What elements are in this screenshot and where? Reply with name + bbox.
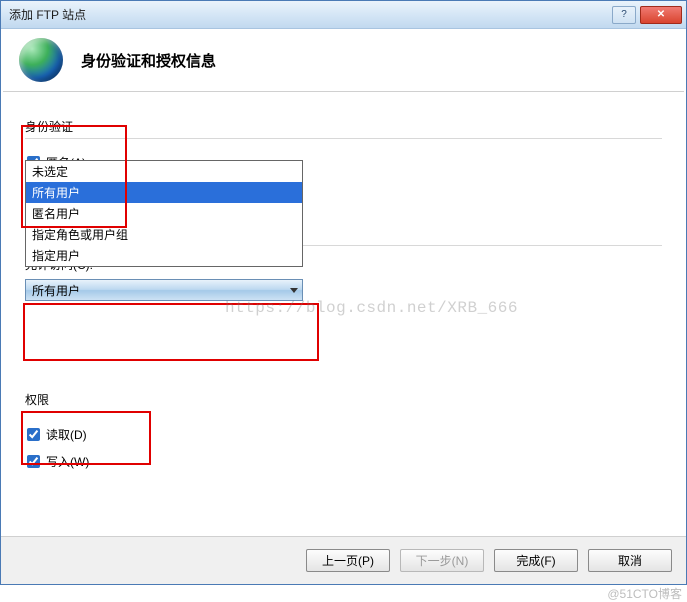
finish-button[interactable]: 完成(F) xyxy=(494,549,578,572)
dropdown-item-users[interactable]: 指定用户 xyxy=(26,245,302,266)
write-label: 写入(W) xyxy=(46,453,89,470)
read-checkbox-row[interactable]: 读取(D) xyxy=(25,421,662,448)
page-title: 身份验证和授权信息 xyxy=(81,50,216,71)
permissions-legend: 权限 xyxy=(25,391,662,411)
window-title: 添加 FTP 站点 xyxy=(9,6,612,23)
titlebar-buttons: ? ✕ xyxy=(612,6,682,24)
dropdown-item-anon-users[interactable]: 匿名用户 xyxy=(26,203,302,224)
write-checkbox-row[interactable]: 写入(W) xyxy=(25,448,662,475)
globe-icon xyxy=(19,38,63,82)
cancel-button[interactable]: 取消 xyxy=(588,549,672,572)
authentication-legend: 身份验证 xyxy=(25,118,662,139)
chevron-down-icon xyxy=(290,288,298,293)
read-label: 读取(D) xyxy=(46,426,87,443)
dialog-window: 添加 FTP 站点 ? ✕ 身份验证和授权信息 身份验证 匿名(A) 基本(B)… xyxy=(0,0,687,585)
dropdown-item-all-users[interactable]: 所有用户 xyxy=(26,182,302,203)
write-checkbox[interactable] xyxy=(27,455,40,468)
help-button[interactable]: ? xyxy=(612,6,636,24)
next-button: 下一步(N) xyxy=(400,549,484,572)
allow-access-dropdown: 未选定 所有用户 匿名用户 指定角色或用户组 指定用户 xyxy=(25,160,303,267)
dialog-body: 身份验证 匿名(A) 基本(B) 授权 允许访问(C): 所有用户 未选定 所有… xyxy=(1,92,686,507)
dialog-footer: 上一页(P) 下一步(N) 完成(F) 取消 xyxy=(1,536,686,584)
read-checkbox[interactable] xyxy=(27,428,40,441)
close-button[interactable]: ✕ xyxy=(640,6,682,24)
select-value: 所有用户 xyxy=(32,282,80,299)
dropdown-item-unselected[interactable]: 未选定 xyxy=(26,161,302,182)
authorization-group: 授权 允许访问(C): 所有用户 未选定 所有用户 匿名用户 指定角色或用户组 … xyxy=(25,225,662,475)
titlebar: 添加 FTP 站点 ? ✕ xyxy=(1,1,686,29)
allow-access-select[interactable]: 所有用户 xyxy=(25,279,303,301)
prev-button[interactable]: 上一页(P) xyxy=(306,549,390,572)
permissions-block: 权限 读取(D) 写入(W) xyxy=(25,391,662,475)
dialog-header: 身份验证和授权信息 xyxy=(1,29,686,91)
dropdown-item-roles[interactable]: 指定角色或用户组 xyxy=(26,224,302,245)
credit-text: @51CTO博客 xyxy=(607,585,682,602)
